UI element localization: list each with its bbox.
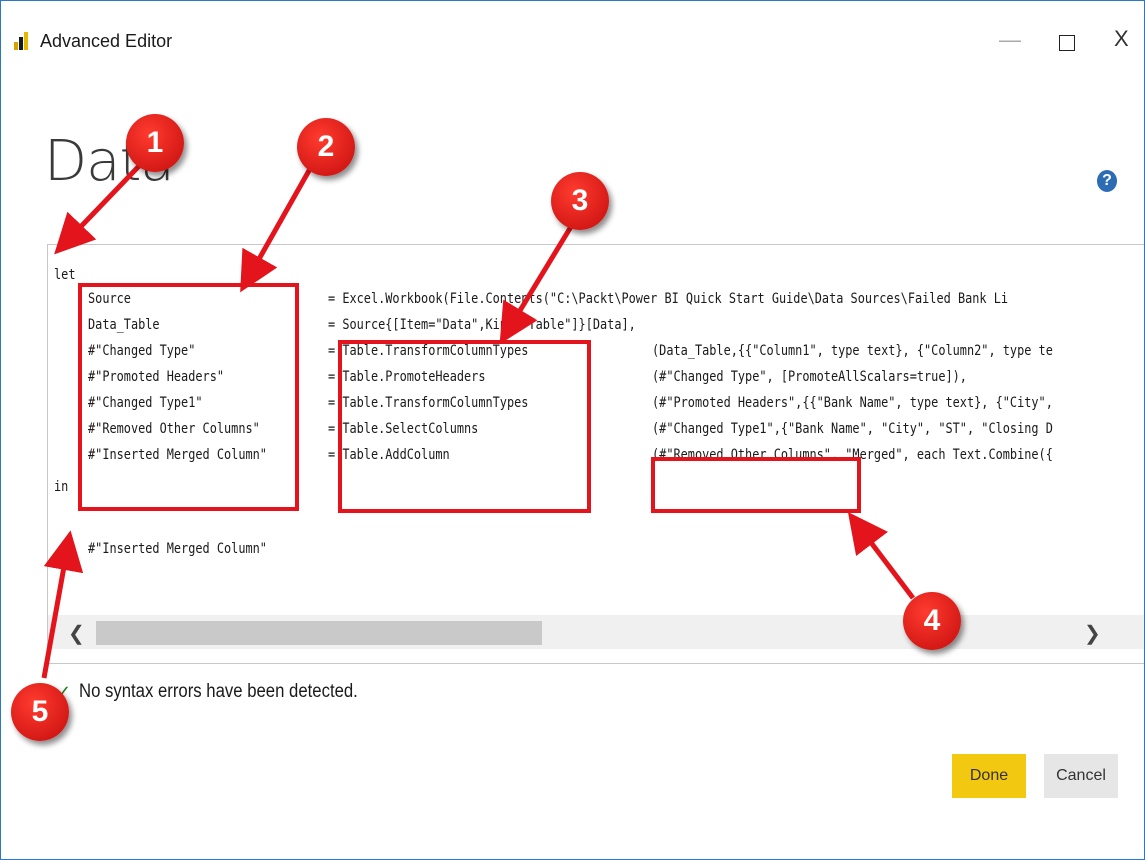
highlight-step-names <box>78 283 299 511</box>
window-title: Advanced Editor <box>40 31 173 51</box>
scroll-right-icon[interactable]: ❯ <box>1084 621 1101 646</box>
callout-2: 2 <box>297 118 355 176</box>
step-args: (#"Changed Type1",{"Bank Name", "City", … <box>652 421 1053 437</box>
scroll-left-icon[interactable]: ❮ <box>68 621 85 646</box>
help-icon[interactable]: ? <box>1097 170 1117 192</box>
callout-4: 4 <box>903 592 961 650</box>
minimize-button[interactable]: — <box>999 27 1021 53</box>
step-args: (Data_Table,{{"Column1", type text}, {"C… <box>652 343 1053 359</box>
horizontal-scrollbar[interactable]: ❮ ❯ <box>48 615 1144 649</box>
callout-3: 3 <box>551 172 609 230</box>
close-button[interactable]: X <box>1114 26 1129 52</box>
highlight-previous-step <box>651 457 861 513</box>
power-bi-icon <box>14 32 33 50</box>
done-button[interactable]: Done <box>952 754 1026 798</box>
step-func: = Excel.Workbook(File.Contents("C:\Packt… <box>328 291 1009 307</box>
maximize-button[interactable] <box>1059 35 1075 51</box>
let-keyword: let <box>54 267 76 283</box>
step-func: = Source{[Item="Data",Kind="Table"]}[Dat… <box>328 317 636 333</box>
highlight-functions <box>338 340 591 513</box>
step-args: (#"Changed Type", [PromoteAllScalars=tru… <box>652 369 967 385</box>
callout-5: 5 <box>11 683 69 741</box>
in-keyword: in <box>54 479 69 495</box>
cancel-button[interactable]: Cancel <box>1044 754 1118 798</box>
callout-1: 1 <box>126 114 184 172</box>
result-step: #"Inserted Merged Column" <box>88 541 267 557</box>
scrollbar-thumb[interactable] <box>96 621 542 645</box>
syntax-status: No syntax errors have been detected. <box>79 681 358 702</box>
step-args: (#"Promoted Headers",{{"Bank Name", type… <box>652 395 1053 411</box>
